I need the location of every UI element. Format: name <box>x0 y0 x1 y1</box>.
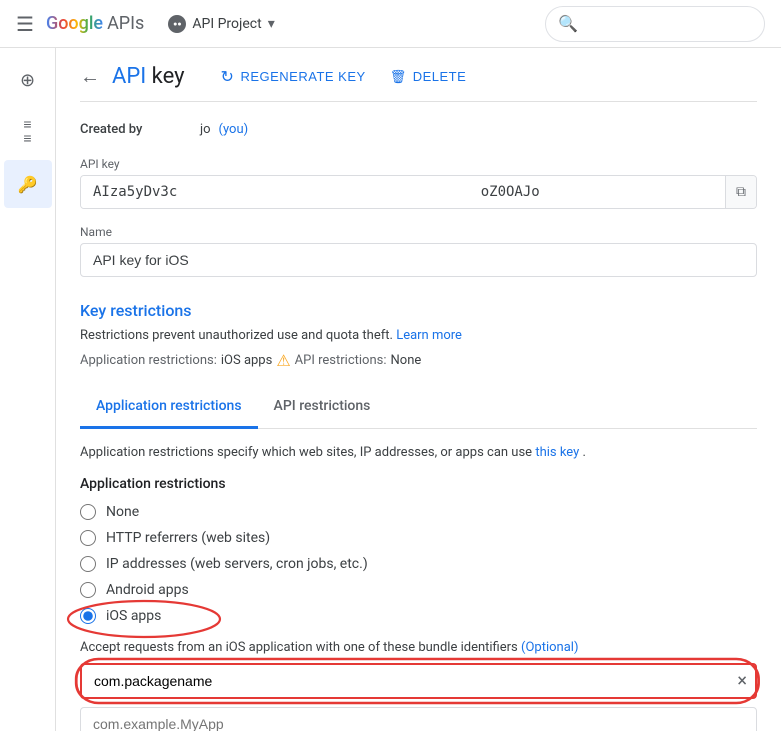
sidebar-item-credentials[interactable]: 🔑 <box>4 160 52 208</box>
project-name: API Project <box>192 16 261 32</box>
api-key-field-group: API key ⧉ <box>80 157 757 209</box>
summary-app-label: Application restrictions: <box>80 353 217 368</box>
project-dot-icon: ●● <box>168 15 186 33</box>
home-icon: ⊕ <box>20 70 35 91</box>
copy-button[interactable]: ⧉ <box>725 176 756 208</box>
key-restrictions-title: Key restrictions <box>80 301 757 320</box>
sidebar-item-dashboard[interactable]: ≡≡ <box>4 108 52 156</box>
radio-android-label: Android apps <box>106 582 189 598</box>
sidebar-item-home[interactable]: ⊕ <box>4 56 52 104</box>
learn-more-link[interactable]: Learn more <box>396 328 462 343</box>
radio-none[interactable]: None <box>80 504 757 520</box>
main-layout: ⊕ ≡≡ 🔑 ← API key ↻ REGENERATE KEY 🗑 DE <box>0 48 781 731</box>
name-input[interactable] <box>80 243 757 277</box>
apis-logo-text: APIs <box>107 13 144 34</box>
search-bar[interactable]: 🔍 <box>545 6 765 42</box>
bundle-input-wrapper: × <box>80 663 757 707</box>
radio-android[interactable]: Android apps <box>80 582 757 598</box>
search-icon: 🔍 <box>558 14 578 33</box>
page-title: API key <box>112 64 185 89</box>
logo: Google APIs <box>46 13 144 34</box>
radio-ios[interactable]: iOS apps <box>80 608 161 624</box>
radio-ios-input[interactable] <box>80 608 96 624</box>
delete-button[interactable]: 🗑 DELETE <box>390 69 467 85</box>
dashboard-icon: ≡≡ <box>23 118 31 146</box>
name-label: Name <box>80 225 757 239</box>
header-actions: ↻ REGENERATE KEY 🗑 DELETE <box>221 67 467 87</box>
sidebar: ⊕ ≡≡ 🔑 <box>0 48 56 731</box>
radio-ios-wrapper: iOS apps <box>80 608 757 624</box>
created-by-label: Created by <box>80 122 200 137</box>
summary-app-value: iOS apps <box>221 353 272 368</box>
radio-none-label: None <box>106 504 139 520</box>
radio-none-input[interactable] <box>80 504 96 520</box>
summary-api-value: None <box>391 353 422 368</box>
project-chevron-icon: ▾ <box>268 16 275 32</box>
back-button[interactable]: ← <box>80 64 100 89</box>
tab-description: Application restrictions specify which w… <box>80 445 757 460</box>
bundle-clear-button[interactable]: × <box>737 671 747 692</box>
radio-http-label: HTTP referrers (web sites) <box>106 530 270 546</box>
bundle-optional: (Optional) <box>521 640 578 655</box>
tabs: Application restrictions API restriction… <box>80 386 757 429</box>
app-restrictions-title: Application restrictions <box>80 476 757 492</box>
created-by-you: (you) <box>219 122 249 137</box>
top-bar: ☰ Google APIs ●● API Project ▾ 🔍 <box>0 0 781 48</box>
radio-ios-label: iOS apps <box>106 608 161 624</box>
tab-app-restrictions[interactable]: Application restrictions <box>80 386 258 429</box>
radio-http[interactable]: HTTP referrers (web sites) <box>80 530 757 546</box>
api-key-input[interactable] <box>81 176 725 208</box>
radio-ip[interactable]: IP addresses (web servers, cron jobs, et… <box>80 556 757 572</box>
created-by-row: Created by jo (you) <box>80 122 757 137</box>
bundle-label: Accept requests from an iOS application … <box>80 640 757 655</box>
api-key-label: API key <box>80 157 757 171</box>
project-selector[interactable]: ●● API Project ▾ <box>160 11 282 37</box>
bundle-identifier-input[interactable] <box>82 665 755 697</box>
google-logo-text: Google <box>46 13 103 34</box>
regenerate-key-button[interactable]: ↻ REGENERATE KEY <box>221 67 366 87</box>
bundle-section: Accept requests from an iOS application … <box>80 640 757 731</box>
restrictions-description: Restrictions prevent unauthorized use an… <box>80 328 757 343</box>
page-header: ← API key ↻ REGENERATE KEY 🗑 DELETE <box>80 48 757 102</box>
delete-icon: 🗑 <box>390 69 407 85</box>
regenerate-label: REGENERATE KEY <box>240 69 365 84</box>
tab-api-restrictions[interactable]: API restrictions <box>258 386 387 429</box>
page-title-api: API <box>112 64 146 89</box>
api-key-input-row: ⧉ <box>80 175 757 209</box>
delete-label: DELETE <box>413 69 467 84</box>
name-field-group: Name <box>80 225 757 277</box>
warning-icon: ⚠ <box>276 351 290 370</box>
this-key-link[interactable]: this key <box>535 445 579 460</box>
radio-ip-label: IP addresses (web servers, cron jobs, et… <box>106 556 368 572</box>
page-title-key: key <box>146 64 184 89</box>
created-by-user: jo <box>200 122 211 137</box>
menu-icon[interactable]: ☰ <box>16 12 34 36</box>
bundle-active-field-wrapper: × <box>80 663 757 699</box>
radio-ip-input[interactable] <box>80 556 96 572</box>
main-content: ← API key ↻ REGENERATE KEY 🗑 DELETE Crea… <box>56 48 781 731</box>
radio-android-input[interactable] <box>80 582 96 598</box>
summary-api-label: API restrictions: <box>295 353 387 368</box>
restrictions-summary: Application restrictions: iOS apps ⚠ API… <box>80 351 757 370</box>
bundle-placeholder-input[interactable] <box>80 707 757 731</box>
radio-group: None HTTP referrers (web sites) IP addre… <box>80 504 757 624</box>
radio-http-input[interactable] <box>80 530 96 546</box>
regenerate-icon: ↻ <box>221 67 235 87</box>
credentials-icon: 🔑 <box>18 175 38 194</box>
